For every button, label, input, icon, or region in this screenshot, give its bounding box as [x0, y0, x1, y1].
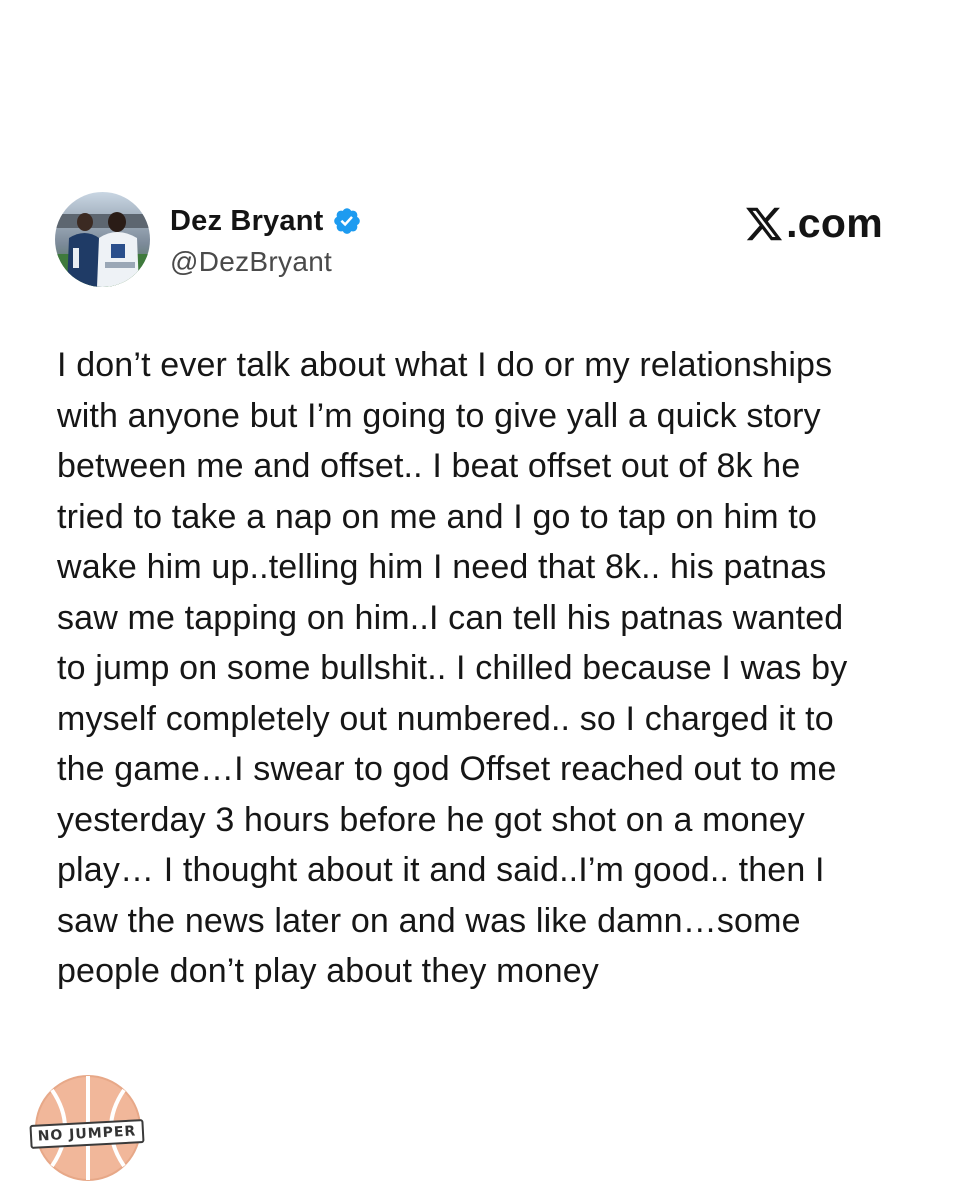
post-text-line: myself completely out numbered.. so I ch…	[57, 699, 834, 738]
brand-text: .com	[786, 200, 883, 246]
user-avatar-photo	[55, 192, 150, 287]
verified-badge-icon	[332, 206, 362, 236]
post-text: I don’t ever talk about what I do or my …	[57, 340, 917, 997]
post-text-line: saw me tapping on him..I can tell his pa…	[57, 598, 844, 637]
post-text-line: people don’t play about they money	[57, 952, 599, 990]
author-handle[interactable]: @DezBryant	[170, 246, 362, 278]
post-text-line: with anyone but I’m going to give yall a…	[57, 396, 821, 435]
x-logo-icon	[744, 204, 784, 244]
brand-mark: .com	[744, 200, 883, 247]
post-text-line: to jump on some bullshit.. I chilled bec…	[57, 649, 848, 687]
post-text-line: the game…I swear to god Offset reached o…	[57, 750, 837, 788]
post-header: Dez Bryant @DezBryant .com	[55, 192, 885, 288]
post-text-line: saw the news later on and was like damn……	[57, 901, 801, 940]
display-name-row: Dez Bryant	[170, 202, 362, 240]
post-text-line: yesterday 3 hours before he got shot on …	[57, 800, 805, 839]
display-name[interactable]: Dez Bryant	[170, 205, 324, 238]
post-text-line: tried to take a nap on me and I go to ta…	[57, 497, 817, 536]
post-text-line: I don’t ever talk about what I do or my …	[57, 346, 833, 384]
post-text-line: play… I thought about it and said..I’m g…	[57, 851, 825, 889]
avatar[interactable]	[55, 192, 150, 287]
watermark: NO JUMPER	[26, 1072, 150, 1184]
post-text-line: between me and offset.. I beat offset ou…	[57, 447, 801, 485]
author-info: Dez Bryant @DezBryant	[170, 202, 362, 278]
post-text-line: wake him up..telling him I need that 8k.…	[57, 548, 827, 586]
